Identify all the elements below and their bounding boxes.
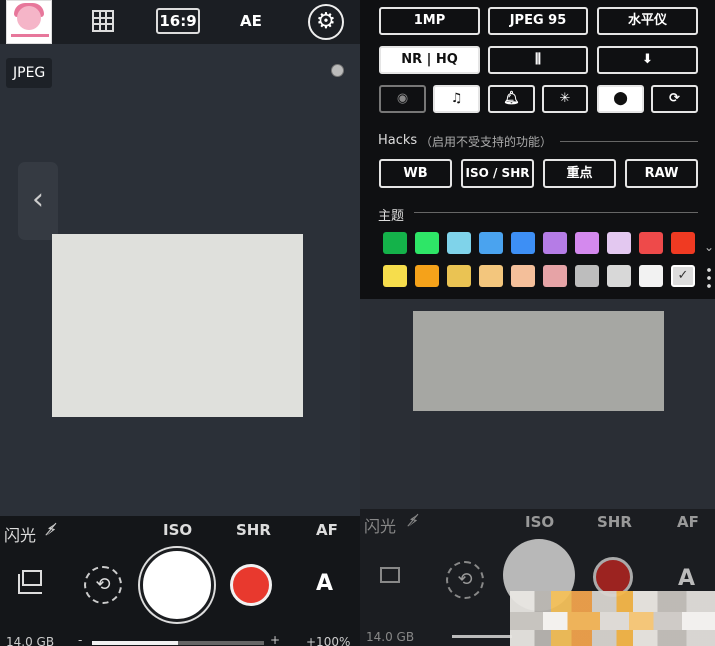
aspect-ratio-button[interactable]: 16:9 bbox=[156, 8, 200, 34]
jpeg-quality-label: JPEG 95 bbox=[509, 13, 567, 28]
viewfinder-preview bbox=[413, 311, 664, 411]
af-button[interactable]: AF bbox=[316, 521, 338, 539]
rotate-screen-icon[interactable] bbox=[380, 567, 400, 583]
zoom-slider[interactable] bbox=[452, 635, 512, 638]
nr-hq-label: NR | HQ bbox=[401, 52, 458, 67]
viewfinder-preview bbox=[52, 234, 303, 417]
bottom-controls: 闪光 ⚡̸ ISO SHR AF ⟲ A 14.0 GB - + +100% bbox=[0, 516, 360, 646]
jpeg-quality-button[interactable]: JPEG 95 bbox=[488, 7, 588, 35]
record-button[interactable] bbox=[230, 564, 272, 606]
shr-button[interactable]: SHR bbox=[236, 521, 271, 539]
bell-icon[interactable]: 🔔︎ bbox=[488, 85, 535, 113]
camera-sound-icon[interactable]: ♫ bbox=[433, 85, 480, 113]
zoom-plus[interactable]: + bbox=[270, 633, 280, 646]
location-icon[interactable]: ⬤ bbox=[597, 85, 644, 113]
mode-button[interactable]: A bbox=[678, 566, 695, 591]
hack-iso-shr-label: ISO / SHR bbox=[465, 166, 530, 180]
switch-camera-icon[interactable]: ⟲ bbox=[446, 561, 484, 599]
more-options-icon[interactable] bbox=[707, 266, 711, 290]
switch-camera-icon[interactable]: ⟲ bbox=[84, 566, 122, 604]
top-toolbar: 16:9 AE ⚙ bbox=[0, 0, 360, 44]
zoom-minus[interactable]: - bbox=[78, 633, 82, 646]
zoom-slider[interactable] bbox=[92, 641, 264, 645]
nr-hq-button[interactable]: NR | HQ bbox=[379, 46, 480, 74]
theme-swatch[interactable] bbox=[415, 265, 439, 287]
divider bbox=[560, 141, 698, 142]
flash-label[interactable]: 闪光 bbox=[4, 522, 36, 546]
theme-swatch[interactable] bbox=[671, 232, 695, 254]
rotation-lock-icon[interactable]: ⟳ bbox=[651, 85, 698, 113]
level-button[interactable]: 水平仪 bbox=[597, 7, 698, 35]
iso-button[interactable]: ISO bbox=[525, 513, 554, 531]
divider bbox=[414, 212, 698, 213]
theme-swatch[interactable] bbox=[383, 232, 407, 254]
theme-swatch[interactable] bbox=[575, 265, 599, 287]
hack-wb-label: WB bbox=[403, 166, 428, 181]
theme-swatch[interactable] bbox=[511, 265, 535, 287]
hacks-note: （启用不受支持的功能） bbox=[420, 135, 553, 149]
theme-swatch[interactable]: ✓ bbox=[671, 265, 695, 287]
level-label: 水平仪 bbox=[627, 13, 667, 28]
shr-button[interactable]: SHR bbox=[597, 513, 632, 531]
chevron-down-icon[interactable]: ⌄ bbox=[704, 240, 714, 254]
chevron-left-icon[interactable]: ‹ bbox=[18, 162, 58, 240]
flash-off-icon[interactable]: ⚡̸ bbox=[408, 511, 419, 530]
hack-raw-label: RAW bbox=[644, 166, 679, 181]
status-dot bbox=[331, 64, 344, 77]
storage-remaining: 14.0 GB bbox=[366, 630, 415, 644]
rotate-screen-icon-back bbox=[18, 574, 42, 594]
hack-focus-button[interactable]: 重点 bbox=[543, 159, 616, 188]
theme-label: 主题 bbox=[378, 209, 405, 224]
resolution-button[interactable]: 1MP bbox=[379, 7, 480, 35]
save-folder-icon[interactable]: ⬇ bbox=[597, 46, 698, 74]
flash-label[interactable]: 闪光 bbox=[364, 513, 396, 537]
hack-wb-button[interactable]: WB bbox=[379, 159, 452, 188]
hack-iso-shr-button[interactable]: ISO / SHR bbox=[461, 159, 534, 188]
theme-swatch[interactable] bbox=[447, 265, 471, 287]
gallery-thumbnail[interactable] bbox=[6, 0, 52, 44]
theme-swatch[interactable] bbox=[479, 265, 503, 287]
theme-swatch[interactable] bbox=[415, 232, 439, 254]
resolution-label: 1MP bbox=[413, 13, 446, 28]
burst-icon[interactable]: ⫼ bbox=[488, 46, 588, 74]
flash-off-icon[interactable]: ⚡̸ bbox=[46, 520, 57, 539]
settings-menu: 1MP JPEG 95 水平仪 NR | HQ ⫼ ⬇ ◉ ♫ 🔔︎ ✳ ⬤ ⟳… bbox=[360, 0, 715, 299]
zoom-percent: +100% bbox=[306, 635, 351, 646]
shutter-button[interactable] bbox=[140, 548, 214, 622]
theme-swatch[interactable] bbox=[447, 232, 471, 254]
camera-screen-left: 16:9 AE ⚙ JPEG ‹ 闪光 ⚡̸ ISO SHR AF ⟲ A 14… bbox=[0, 0, 360, 646]
stabilizer-icon[interactable]: ◉ bbox=[379, 85, 426, 113]
theme-swatch[interactable] bbox=[511, 232, 535, 254]
format-badge: JPEG bbox=[6, 58, 53, 88]
thumbnail-caption bbox=[11, 34, 49, 37]
hack-focus-label: 重点 bbox=[566, 166, 593, 181]
camera-screen-right: 1MP JPEG 95 水平仪 NR | HQ ⫼ ⬇ ◉ ♫ 🔔︎ ✳ ⬤ ⟳… bbox=[360, 0, 715, 646]
hack-raw-button[interactable]: RAW bbox=[625, 159, 698, 188]
pixelated-watermark-strip bbox=[510, 612, 715, 630]
hacks-label: Hacks bbox=[378, 133, 418, 148]
theme-swatch[interactable] bbox=[639, 232, 663, 254]
iso-button[interactable]: ISO bbox=[163, 521, 192, 539]
thumbnail-face bbox=[17, 6, 41, 30]
theme-swatch[interactable] bbox=[543, 265, 567, 287]
sparkle-icon[interactable]: ✳ bbox=[542, 85, 588, 113]
theme-swatch[interactable] bbox=[543, 232, 567, 254]
theme-swatch[interactable] bbox=[479, 232, 503, 254]
theme-swatch[interactable] bbox=[639, 265, 663, 287]
af-button[interactable]: AF bbox=[677, 513, 699, 531]
storage-remaining: 14.0 GB bbox=[6, 635, 55, 646]
theme-swatch[interactable] bbox=[383, 265, 407, 287]
zoom-slider-fill bbox=[92, 641, 178, 645]
theme-swatch[interactable] bbox=[607, 265, 631, 287]
mode-button[interactable]: A bbox=[316, 571, 333, 596]
theme-swatch[interactable] bbox=[575, 232, 599, 254]
gear-icon[interactable]: ⚙ bbox=[308, 4, 344, 40]
ae-button[interactable]: AE bbox=[240, 12, 262, 30]
theme-swatch[interactable] bbox=[607, 232, 631, 254]
grid-icon[interactable] bbox=[92, 10, 114, 32]
